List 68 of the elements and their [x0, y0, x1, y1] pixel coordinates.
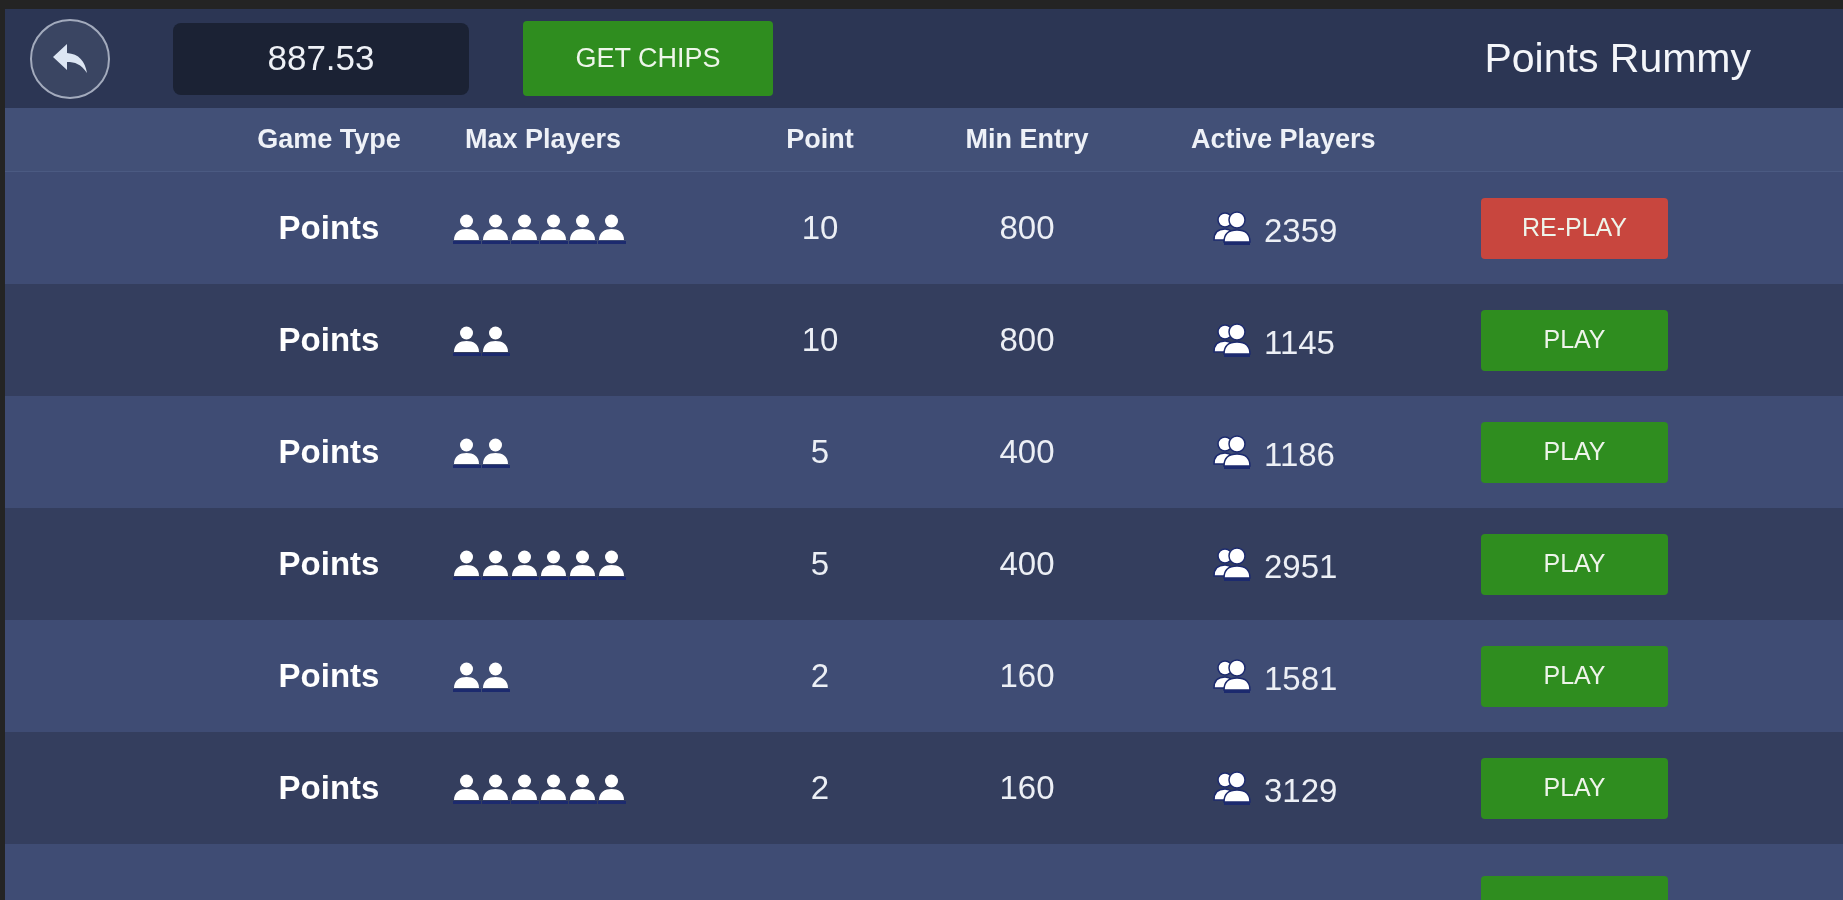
- replay-button[interactable]: RE-PLAY: [1481, 197, 1668, 259]
- play-button[interactable]: PLAY: [1481, 421, 1668, 483]
- point-cell: 2: [810, 769, 830, 807]
- person-icon: [597, 772, 626, 804]
- person-icon: [452, 548, 481, 580]
- game-type-cell: Points: [278, 657, 380, 695]
- person-icon: [481, 660, 510, 692]
- point-cell: 2: [810, 657, 830, 695]
- min-entry-cell: 400: [999, 433, 1055, 471]
- people-icon: [1212, 434, 1252, 470]
- active-players-cell-text: 2359: [1264, 211, 1338, 252]
- active-players-cell-text: 2951: [1264, 547, 1338, 588]
- min-entry-cell: 800: [999, 209, 1055, 247]
- person-icon: [481, 212, 510, 244]
- active-players-cell-text: 1186: [1264, 435, 1335, 476]
- person-icon: [481, 436, 510, 468]
- person-icon: [452, 212, 481, 244]
- person-icon: [481, 548, 510, 580]
- people-icon: [1212, 658, 1252, 694]
- column-header: Game Type: [257, 124, 401, 155]
- person-icon: [452, 772, 481, 804]
- person-icon: [452, 660, 481, 692]
- person-icon: [510, 548, 539, 580]
- point-cell: 10: [801, 321, 839, 359]
- min-entry-cell: 400: [999, 545, 1055, 583]
- play-button[interactable]: PLAY: [1481, 757, 1668, 819]
- active-players-cell-text: 1145: [1264, 323, 1335, 364]
- person-icon: [481, 772, 510, 804]
- person-icon: [597, 548, 626, 580]
- column-header: Max Players: [465, 124, 622, 155]
- column-header: Min Entry: [965, 124, 1089, 155]
- people-icon: [1212, 210, 1252, 246]
- page-title: Points Rummy: [1484, 33, 1751, 83]
- min-entry-cell: 160: [999, 769, 1055, 807]
- people-icon: [1212, 546, 1252, 582]
- person-icon: [539, 772, 568, 804]
- play-button[interactable]: PLAY: [1481, 645, 1668, 707]
- point-cell: 5: [810, 545, 830, 583]
- get-chips-button[interactable]: GET CHIPS: [523, 21, 773, 96]
- person-icon: [452, 324, 481, 356]
- balance-field: 887.53: [173, 22, 469, 95]
- min-entry-cell: 800: [999, 321, 1055, 359]
- person-icon: [510, 212, 539, 244]
- person-icon: [539, 212, 568, 244]
- people-icon: [1212, 770, 1252, 806]
- person-icon: [568, 772, 597, 804]
- person-icon: [597, 212, 626, 244]
- play-button[interactable]: PLAY: [1481, 309, 1668, 371]
- game-type-cell: Points: [278, 209, 380, 247]
- person-icon: [481, 324, 510, 356]
- min-entry-cell: 160: [999, 657, 1055, 695]
- column-header: Point: [786, 124, 854, 155]
- person-icon: [452, 436, 481, 468]
- play-button[interactable]: PLAY: [1481, 533, 1668, 595]
- point-cell: 10: [801, 209, 839, 247]
- person-icon: [539, 548, 568, 580]
- active-players-cell-text: 3129: [1264, 771, 1338, 812]
- point-cell: 5: [810, 433, 830, 471]
- game-type-cell: Points: [278, 321, 380, 359]
- column-header: Active Players: [1191, 124, 1376, 155]
- person-icon: [510, 772, 539, 804]
- person-icon: [568, 212, 597, 244]
- game-type-cell: Points: [278, 769, 380, 807]
- people-icon: [1212, 322, 1252, 358]
- active-players-cell-text: 1581: [1264, 659, 1338, 700]
- game-type-cell: Points: [278, 433, 380, 471]
- person-icon: [568, 548, 597, 580]
- game-type-cell: Points: [278, 545, 380, 583]
